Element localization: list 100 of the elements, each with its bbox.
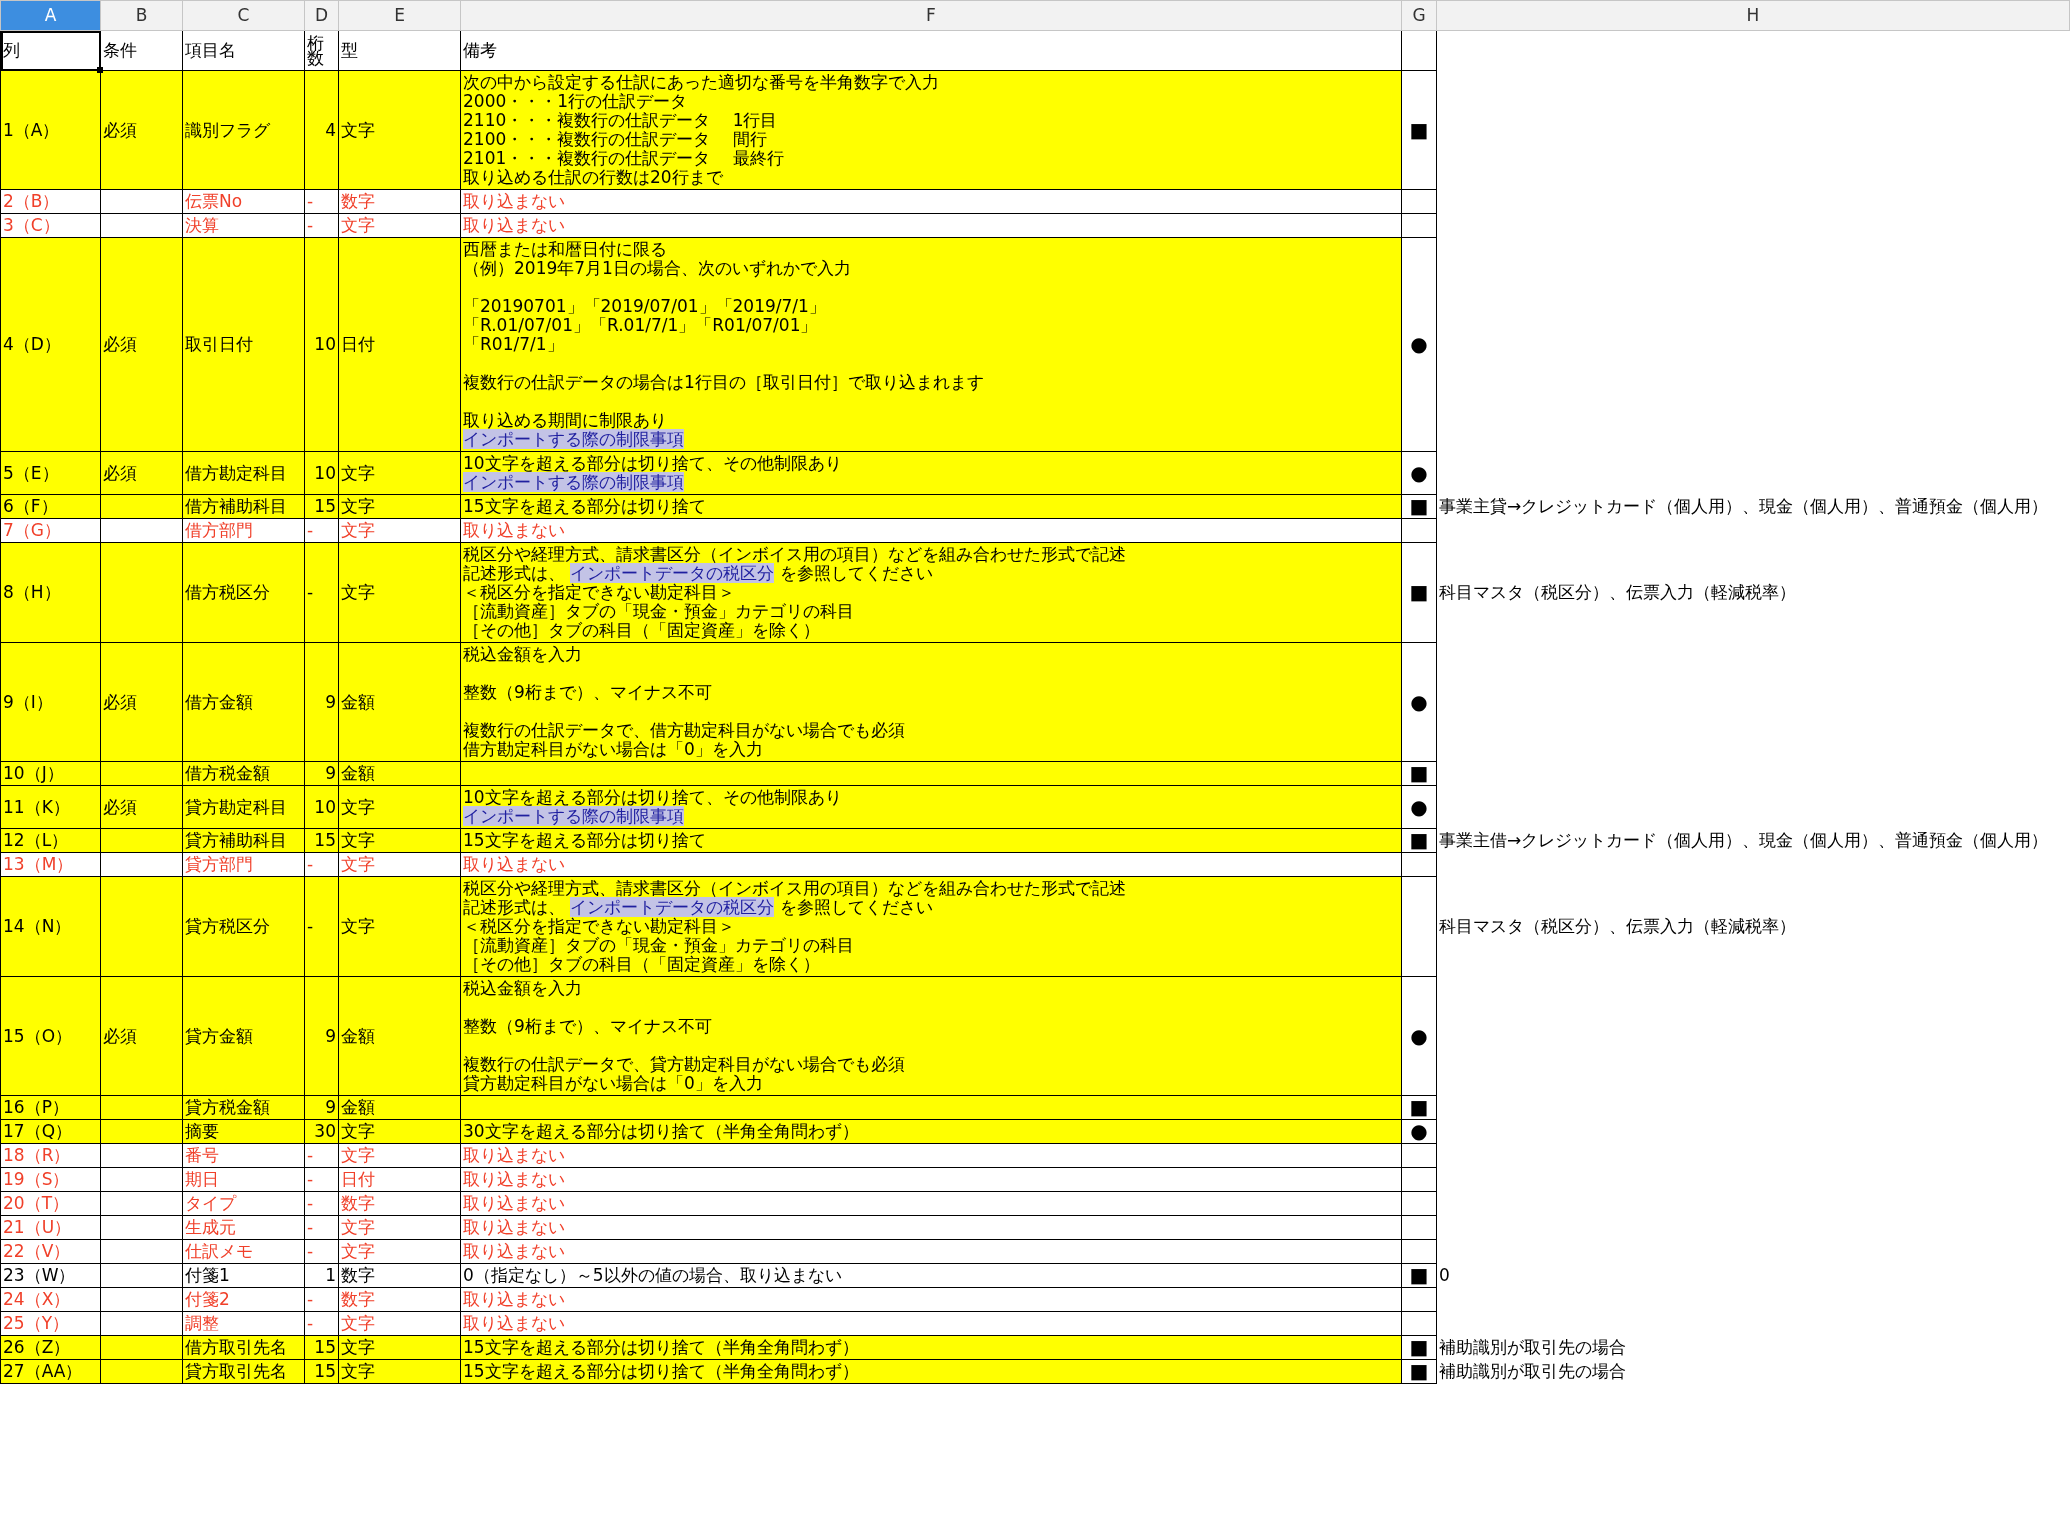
table-cell: 11（K） [0, 785, 101, 829]
remark-line: 15文字を超える部分は切り捨て [463, 831, 707, 850]
remark-line: 15文字を超える部分は切り捨て [463, 497, 707, 516]
table-cell: - [304, 189, 339, 214]
table-cell: ● [1401, 785, 1437, 829]
remark-line: 取り込まない [463, 1242, 566, 1261]
table-cell: 付箋1 [182, 1263, 305, 1288]
table-cell: 列 [0, 30, 101, 71]
table-cell: 24（X） [0, 1287, 101, 1312]
link[interactable]: インポートする際の制限事項 [463, 806, 684, 826]
remark-line: 2110・・・複数行の仕訳データ 1行目 [463, 111, 779, 130]
table-cell: 1 [304, 1263, 339, 1288]
remark-line: 取り込める期間に制限あり [463, 411, 668, 430]
table-cell: 9（I） [0, 642, 101, 762]
remark-line: 取り込める仕訳の行数は20行まで [463, 168, 724, 187]
table-cell: タイプ [182, 1191, 305, 1216]
remark-line: 取り込まない [463, 1314, 566, 1333]
table-cell: 文字 [338, 518, 461, 543]
table-cell: - [304, 542, 339, 643]
table-cell: 必須 [100, 70, 183, 190]
table-cell: 4（D） [0, 237, 101, 452]
table-cell: 9 [304, 642, 339, 762]
table-cell: 文字 [338, 1335, 461, 1360]
remark-line: 「20190701」「2019/07/01」「2019/7/1」 [463, 297, 827, 316]
table-cell: 12（L） [0, 828, 101, 853]
table-cell: 13（M） [0, 852, 101, 877]
table-cell: 補助識別が取引先の場合 [1436, 1359, 2070, 1384]
remark-line: 貸方勘定科目がない場合は「0」を入力 [463, 1074, 764, 1093]
remark-line: 税込金額を入力 [463, 979, 583, 998]
remark-line: 30文字を超える部分は切り捨て（半角全角問わず） [463, 1122, 860, 1141]
table-cell: 貸方税区分 [182, 876, 305, 977]
remark-line: 2100・・・複数行の仕訳データ 間行 [463, 130, 768, 149]
link[interactable]: インポートデータの税区分 [570, 563, 775, 583]
table-cell: ■ [1401, 1359, 1437, 1384]
table-cell: 金額 [338, 642, 461, 762]
table-cell: - [304, 876, 339, 977]
table-cell: 事業主借→クレジットカード（個人用）、現金（個人用）、普通預金（個人用） [1436, 828, 2070, 853]
table-cell: 決算 [182, 213, 305, 238]
remark-line: 15文字を超える部分は切り捨て（半角全角問わず） [463, 1338, 860, 1357]
table-cell: 16（P） [0, 1095, 101, 1120]
remark-line: 10文字を超える部分は切り捨て、その他制限あり [463, 788, 843, 807]
table-cell: 数字 [338, 1191, 461, 1216]
table-cell: 貸方部門 [182, 852, 305, 877]
table-cell: 9 [304, 976, 339, 1096]
table-cell: - [304, 852, 339, 877]
column-header[interactable]: D [304, 0, 339, 31]
table-cell: 10 [304, 237, 339, 452]
table-cell: - [304, 1311, 339, 1336]
remark-line: ［流動資産］タブの「現金・預金」カテゴリの科目 [463, 602, 855, 621]
table-cell: 貸方補助科目 [182, 828, 305, 853]
table-cell: 調整 [182, 1311, 305, 1336]
table-cell: 数字 [338, 189, 461, 214]
column-header[interactable]: C [182, 0, 305, 31]
table-cell: 日付 [338, 237, 461, 452]
remark-line: 取り込まない [463, 1218, 566, 1237]
table-cell: 文字 [338, 494, 461, 519]
table-cell: 17（Q） [0, 1119, 101, 1144]
table-cell: 1（A） [0, 70, 101, 190]
column-header[interactable]: H [1436, 0, 2070, 31]
remark-line: ［その他］タブの科目（「固定資産」を除く） [463, 955, 821, 974]
remark-line: 借方勘定科目がない場合は「0」を入力 [463, 740, 764, 759]
table-cell: 借方補助科目 [182, 494, 305, 519]
table-cell: 0 [1436, 1263, 2070, 1288]
table-cell: 20（T） [0, 1191, 101, 1216]
remark-line: 15文字を超える部分は切り捨て（半角全角問わず） [463, 1362, 860, 1381]
table-cell: 文字 [338, 1119, 461, 1144]
table-cell: 必須 [100, 642, 183, 762]
link[interactable]: インポートする際の制限事項 [463, 472, 684, 492]
table-cell: 事業主貸→クレジットカード（個人用）、現金（個人用）、普通預金（個人用） [1436, 494, 2070, 519]
table-cell: - [304, 1143, 339, 1168]
table-cell: 借方勘定科目 [182, 451, 305, 495]
table-cell: ● [1401, 976, 1437, 1096]
table-cell: 2（B） [0, 189, 101, 214]
column-header[interactable]: F [460, 0, 1402, 31]
remark-line: ＜税区分を指定できない勘定科目＞ [463, 583, 736, 602]
table-cell: 文字 [338, 1215, 461, 1240]
table-cell: 伝票No [182, 189, 305, 214]
table-cell: 23（W） [0, 1263, 101, 1288]
remark-line: 記述形式は、 インポートデータの税区分 を参照してください [463, 898, 934, 917]
remark-line: 取り込まない [463, 1146, 566, 1165]
table-cell: 項目名 [182, 30, 305, 71]
remark-line: 複数行の仕訳データで、貸方勘定科目がない場合でも必須 [463, 1055, 906, 1074]
table-cell: 文字 [338, 876, 461, 977]
table-cell: 金額 [338, 1095, 461, 1120]
table-cell: 貸方金額 [182, 976, 305, 1096]
table-cell: - [304, 1215, 339, 1240]
table-cell: ■ [1401, 828, 1437, 853]
column-header[interactable]: B [100, 0, 183, 31]
table-cell: ■ [1401, 1095, 1437, 1120]
table-cell: - [304, 518, 339, 543]
remark-line: 0（指定なし）～5以外の値の場合、取り込まない [463, 1266, 843, 1285]
link[interactable]: インポートデータの税区分 [570, 897, 775, 917]
remark-line: 整数（9桁まで）、マイナス不可 [463, 683, 713, 702]
table-cell: 生成元 [182, 1215, 305, 1240]
column-header[interactable]: G [1401, 0, 1437, 31]
column-header[interactable]: E [338, 0, 461, 31]
table-cell: ■ [1401, 761, 1437, 786]
table-cell: 必須 [100, 237, 183, 452]
table-cell: 借方税区分 [182, 542, 305, 643]
link[interactable]: インポートする際の制限事項 [463, 429, 684, 449]
